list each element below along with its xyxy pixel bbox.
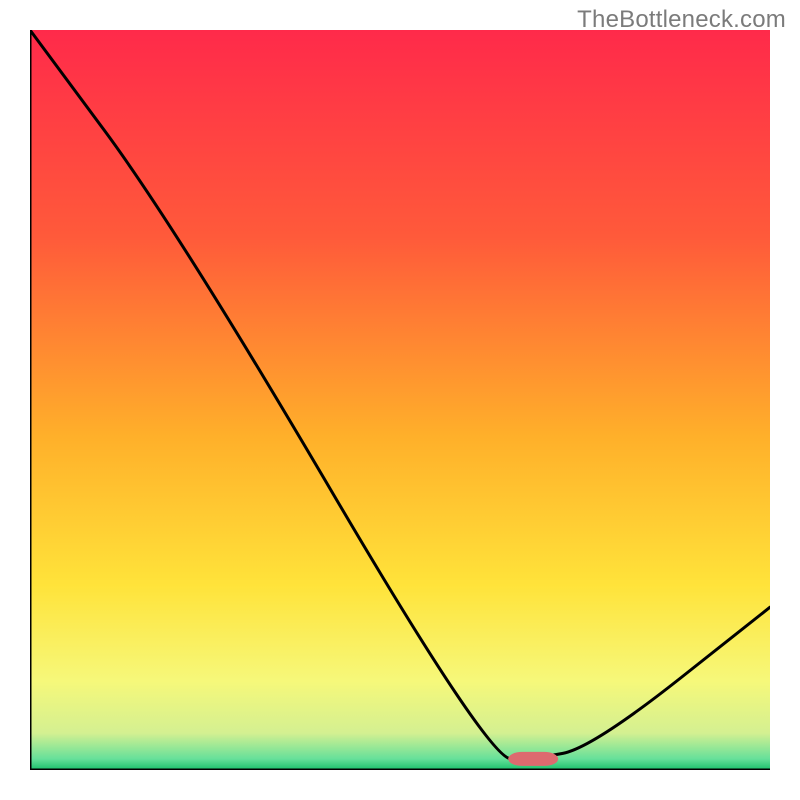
chart-gradient-background xyxy=(30,30,770,770)
optimal-marker xyxy=(508,752,558,766)
chart-svg xyxy=(30,30,770,770)
chart-container: TheBottleneck.com xyxy=(0,0,800,800)
chart-plot xyxy=(30,30,770,770)
